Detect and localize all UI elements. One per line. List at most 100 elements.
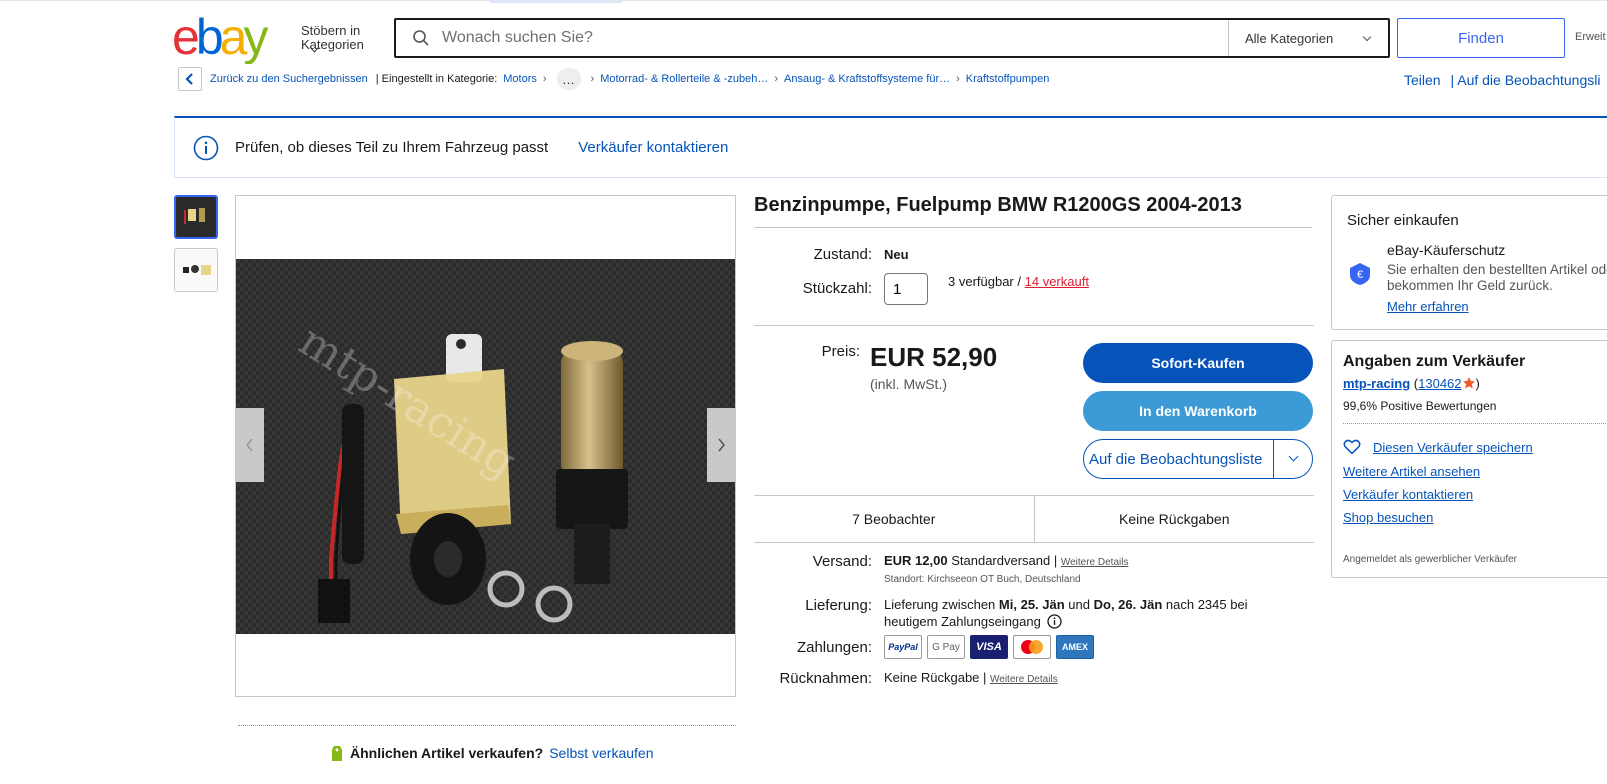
buy-now-button[interactable]: Sofort-Kaufen — [1083, 343, 1313, 383]
sell-yourself-link[interactable]: Selbst verkaufen — [549, 745, 653, 761]
item-title: Benzinpumpe, Fuelpump BMW R1200GS 2004-2… — [754, 194, 1242, 216]
learn-more-link[interactable]: Mehr erfahren — [1387, 299, 1469, 314]
chevron-right-icon: › — [542, 73, 547, 85]
chevron-right-icon — [718, 438, 726, 452]
listed-in-label: | Eingestellt in Kategorie: — [375, 73, 498, 85]
delivery-text: und — [1068, 597, 1090, 612]
search-input[interactable] — [440, 28, 1228, 48]
prev-image-button[interactable] — [236, 408, 264, 482]
available-count: 3 verfügbar / — [948, 274, 1021, 289]
chevron-down-icon[interactable] — [1288, 451, 1299, 462]
seller-info-panel: Angaben zum Verkäufer mtp-racing (130462… — [1331, 340, 1607, 578]
buyer-protection-shield-icon: € — [1350, 263, 1370, 285]
sell-similar-text: Ähnlichen Artikel verkaufen? — [350, 745, 544, 761]
breadcrumb-item-ansaug[interactable]: Ansaug- & Kraftstoffsysteme für… — [784, 73, 950, 85]
share-link[interactable]: Teilen — [1404, 72, 1441, 88]
more-breadcrumbs-button[interactable]: … — [556, 68, 581, 90]
returns-label: Rücknahmen: — [779, 670, 872, 687]
back-button[interactable] — [178, 67, 202, 91]
fuel-pump-product-image[interactable]: mtp-racing — [236, 259, 735, 634]
mastercard-icon — [1013, 635, 1051, 659]
fitment-text: Prüfen, ob dieses Teil zu Ihrem Fahrzeug… — [235, 139, 549, 156]
buyer-protection-text: Sie erhalten den bestellten Artikel oder… — [1387, 262, 1607, 293]
contact-seller-link[interactable]: Verkäufer kontaktieren — [578, 139, 728, 156]
payments-label: Zahlungen: — [796, 639, 872, 656]
watchlist-link[interactable]: | Auf die Beobachtungsli — [1450, 72, 1600, 88]
divider — [238, 725, 736, 726]
shipping-value: EUR 12,00 Standardversand | Weitere Deta… — [884, 553, 1128, 568]
paypal-icon: PayPal — [884, 635, 922, 659]
delivery-to-date: Do, 26. Jän — [1093, 597, 1163, 612]
divider — [754, 227, 1312, 228]
breadcrumb-item-kraftstoffpumpen[interactable]: Kraftstoffpumpen — [966, 73, 1050, 85]
seller-name-row: mtp-racing (130462) — [1343, 376, 1480, 391]
more-items-link[interactable]: Weitere Artikel ansehen — [1343, 464, 1480, 479]
chevron-right-icon: › — [590, 73, 595, 85]
fitment-info-bar: Prüfen, ob dieses Teil zu Ihrem Fahrzeug… — [174, 116, 1607, 178]
star-icon — [1462, 377, 1475, 389]
secure-shopping-heading: Sicher einkaufen — [1347, 212, 1459, 229]
top-border — [0, 0, 1607, 1]
category-select[interactable]: Alle Kategorien — [1228, 20, 1388, 56]
payment-methods: PayPal G Pay VISA AMEX — [884, 635, 1094, 659]
breadcrumb: Zurück zu den Suchergebnissen | Eingeste… — [178, 67, 1049, 91]
breadcrumb-item-motorradteile[interactable]: Motorrad- & Rollerteile & -zubeh… — [600, 73, 768, 85]
contact-seller-link[interactable]: Verkäufer kontaktieren — [1343, 487, 1473, 502]
returns-stat: Keine Rückgaben — [1118, 511, 1230, 527]
visa-icon: VISA — [970, 635, 1008, 659]
positive-feedback: 99,6% Positive Bewertungen — [1343, 399, 1497, 413]
breadcrumb-item-motors[interactable]: Motors — [503, 73, 537, 85]
delivery-text: Lieferung zwischen — [884, 597, 996, 612]
delivery-from-date: Mi, 25. Jän — [998, 597, 1065, 612]
parts-thumbnail-image — [175, 249, 217, 291]
save-seller-link[interactable]: Diesen Verkäufer speichern — [1373, 440, 1533, 455]
business-seller-note: Angemeldet als gewerblicher Verkäufer — [1343, 554, 1517, 565]
buyer-protection-title: eBay-Käuferschutz — [1387, 242, 1506, 258]
search-bar: Alle Kategorien — [394, 18, 1390, 58]
shipping-cost: EUR 12,00 — [884, 553, 948, 568]
info-icon — [193, 135, 219, 160]
thumbnail-2[interactable] — [174, 248, 218, 292]
next-image-button[interactable] — [707, 408, 735, 482]
chevron-down-icon — [1362, 32, 1372, 42]
quantity-input[interactable] — [884, 273, 928, 305]
mastercard-logo — [1021, 640, 1043, 654]
feedback-score-link[interactable]: 130462 — [1418, 376, 1461, 391]
shipping-details-link[interactable]: Weitere Details — [1061, 557, 1129, 568]
returns-details-link[interactable]: Weitere Details — [990, 674, 1058, 685]
chevron-left-icon — [245, 438, 253, 452]
chevron-right-icon: › — [956, 73, 960, 85]
sold-count-link[interactable]: 14 verkauft — [1025, 274, 1089, 289]
find-button[interactable]: Finden — [1397, 18, 1565, 58]
chevron-right-icon: › — [774, 73, 779, 85]
divider — [1343, 423, 1607, 424]
browse-categories-button[interactable]: Stöbern in Kategorien — [301, 24, 371, 53]
condition-value: Neu — [884, 247, 909, 262]
watchlist-button-label: Auf die Beobachtungsliste — [1089, 450, 1263, 468]
vat-note: (inkl. MwSt.) — [870, 376, 947, 392]
info-icon[interactable] — [1047, 614, 1063, 629]
watchers-count: 7 Beobachter — [754, 496, 1035, 542]
item-location: Standort: Kirchseeon OT Buch, Deutschlan… — [884, 574, 1081, 585]
ebay-logo[interactable]: ebay — [172, 14, 290, 64]
heart-icon — [1343, 439, 1361, 455]
save-seller-row[interactable]: Diesen Verkäufer speichern — [1343, 439, 1533, 455]
thumbnail-1[interactable] — [174, 195, 218, 239]
advanced-search-link[interactable]: Erweit — [1575, 31, 1606, 43]
visit-shop-link[interactable]: Shop besuchen — [1343, 510, 1433, 525]
fuel-pump-thumbnail-image — [176, 197, 216, 237]
amex-icon: AMEX — [1056, 635, 1094, 659]
price-label: Preis: — [821, 343, 860, 360]
quantity-label: Stückzahl: — [802, 280, 872, 297]
svg-text:ebay: ebay — [172, 14, 268, 64]
item-stats: 7 Beobachter Keine Rückgaben — [754, 495, 1314, 543]
add-to-cart-button[interactable]: In den Warenkorb — [1083, 391, 1313, 431]
add-to-watchlist-button[interactable]: Auf die Beobachtungsliste — [1083, 439, 1313, 479]
svg-text:€: € — [1357, 269, 1363, 281]
back-to-results-link[interactable]: Zurück zu den Suchergebnissen — [210, 73, 368, 85]
delivery-label: Lieferung: — [805, 597, 872, 614]
seller-heading: Angaben zum Verkäufer — [1343, 353, 1526, 370]
seller-name-link[interactable]: mtp-racing — [1343, 376, 1410, 391]
availability: 3 verfügbar / 14 verkauft — [948, 274, 1089, 289]
price-value: EUR 52,90 — [870, 342, 998, 372]
